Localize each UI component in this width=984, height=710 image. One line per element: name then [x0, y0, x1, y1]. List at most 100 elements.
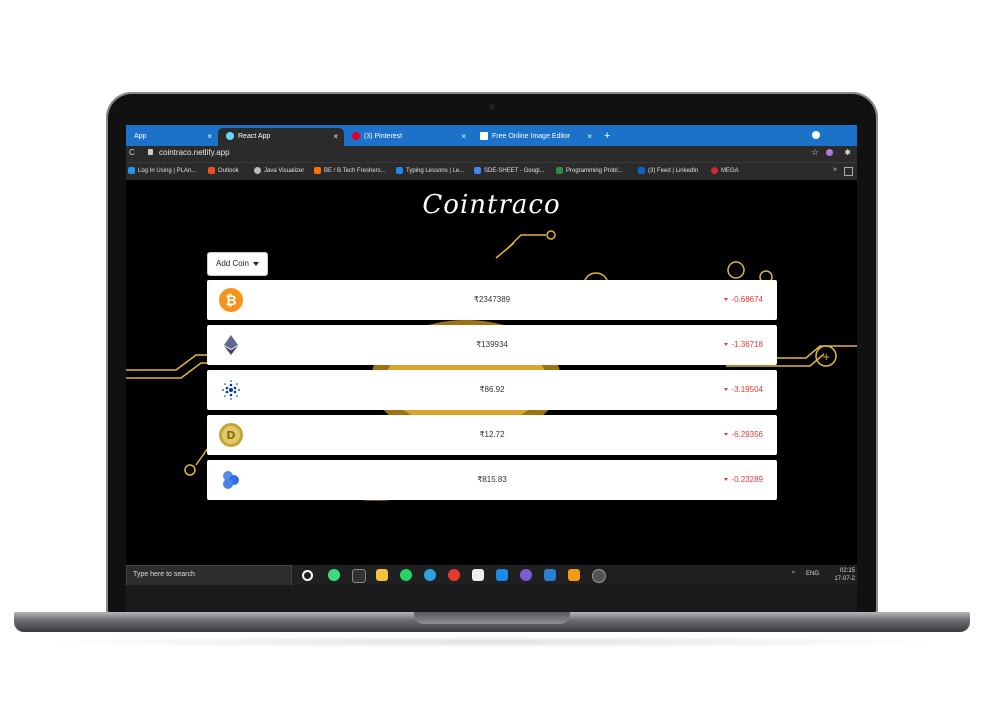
- telegram-icon[interactable]: [424, 569, 436, 581]
- profile-icon[interactable]: [812, 131, 820, 139]
- arrow-down-icon: [724, 478, 729, 482]
- coin-row[interactable]: ₹139934 -1.36718: [207, 325, 777, 365]
- bookmark-label: Programming Probl...: [566, 168, 623, 175]
- coin-change-value: -6.29356: [731, 430, 763, 439]
- coin-change: -1.36718: [724, 325, 763, 365]
- language-indicator[interactable]: ENG: [806, 571, 819, 577]
- bookmark-icon: [128, 167, 135, 174]
- clock-date: 17-07-2: [834, 576, 855, 582]
- reload-icon[interactable]: C: [129, 148, 135, 157]
- coin-row[interactable]: ₹815.83 -0.23289: [207, 460, 777, 500]
- whatsapp-icon[interactable]: [400, 569, 412, 581]
- tab-react-app[interactable]: React App ×: [218, 128, 344, 146]
- browser-icon[interactable]: [592, 569, 606, 583]
- clock-time: 02:15: [839, 568, 855, 574]
- bookmark-label: Java Visualizer: [264, 168, 305, 175]
- system-clock[interactable]: 02:15 17-07-2: [834, 567, 855, 583]
- svg-text:+: +: [822, 352, 830, 363]
- coin-row[interactable]: ₹86.92 -3.19504: [207, 370, 777, 410]
- bookmark-icon: [254, 167, 261, 174]
- coin-row[interactable]: ₿ ₹2347389 -0.68674: [207, 280, 777, 320]
- arrow-down-icon: [724, 433, 729, 437]
- coin-price: ₹86.92: [479, 385, 505, 394]
- bookmark-label: Typing Lessons | Le...: [406, 168, 465, 175]
- bookmark-item[interactable]: Java Visualizer: [254, 167, 304, 174]
- tab-label: React App: [238, 133, 271, 140]
- bookmark-icon: [638, 167, 645, 174]
- bookmark-item[interactable]: (3) Feed | LinkedIn: [638, 167, 698, 174]
- bookmark-item[interactable]: Log In Using | PLAn...: [128, 167, 196, 174]
- screen: App × React App × (3) Pinterest × Free O…: [126, 125, 857, 598]
- bookmark-label: (3) Feed | LinkedIn: [648, 168, 699, 175]
- extension-icon[interactable]: [826, 149, 833, 156]
- coin-change: -0.23289: [724, 460, 763, 500]
- bookmark-label: Log In Using | PLAn...: [138, 168, 197, 175]
- tab-pinterest[interactable]: (3) Pinterest ×: [344, 128, 472, 146]
- url-field[interactable]: cointraco.netlify.app: [159, 148, 230, 157]
- new-tab-button[interactable]: +: [604, 128, 610, 144]
- add-coin-button[interactable]: Add Coin: [207, 252, 268, 276]
- editor-icon: [480, 132, 488, 141]
- coin-change: -3.19504: [724, 370, 763, 410]
- notion-icon[interactable]: [352, 569, 366, 583]
- vscode-icon[interactable]: [496, 569, 508, 581]
- page-content: + Cointraco Add Coin ₿ ₹2347389 -0.68674…: [126, 180, 857, 565]
- app-icon[interactable]: [520, 569, 532, 581]
- puzzle-icon[interactable]: ✱: [844, 148, 851, 157]
- tab-label: Free Online Image Editor: [492, 133, 571, 140]
- reading-list-icon[interactable]: [844, 167, 853, 176]
- coin-price: ₹2347389: [473, 295, 511, 304]
- bookmark-item[interactable]: Programming Probl...: [556, 167, 623, 174]
- arrow-down-icon: [724, 298, 729, 302]
- bookmark-item[interactable]: Outlook: [208, 167, 239, 174]
- tab-strip: App × React App × (3) Pinterest × Free O…: [126, 125, 857, 146]
- cortana-icon[interactable]: [302, 570, 313, 581]
- taskbar-search[interactable]: Type here to search: [126, 565, 292, 586]
- coin-price: ₹139934: [476, 340, 508, 349]
- add-coin-label: Add Coin: [216, 259, 249, 268]
- bookmarks-bar: Log In Using | PLAn... Outlook Java Visu…: [126, 162, 857, 181]
- tab-app[interactable]: App ×: [126, 128, 218, 146]
- tab-image-editor[interactable]: Free Online Image Editor ×: [472, 128, 598, 146]
- bookmark-icon: [556, 167, 563, 174]
- clapper-icon[interactable]: [472, 569, 484, 581]
- vlc-icon[interactable]: [568, 569, 580, 581]
- star-icon[interactable]: ☆: [811, 147, 819, 158]
- app-logo: Cointraco: [422, 190, 561, 220]
- chrome-icon[interactable]: [448, 569, 460, 581]
- lock-icon: [148, 149, 153, 155]
- bookmarks-more-button[interactable]: »: [833, 166, 837, 173]
- bookmark-label: SDE-SHEET - Googl...: [484, 168, 545, 175]
- pinterest-icon: [352, 132, 360, 141]
- bookmark-item[interactable]: BE / B.Tech Freshers...: [314, 167, 386, 174]
- bookmark-item[interactable]: SDE-SHEET - Googl...: [474, 167, 545, 174]
- gitkraken-icon[interactable]: [328, 569, 340, 581]
- coin-row[interactable]: D ₹12.72 -6.29356: [207, 415, 777, 455]
- bookmark-item[interactable]: MEGA: [711, 167, 739, 174]
- coin-change-value: -0.68674: [731, 295, 763, 304]
- coin-change-value: -3.19504: [731, 385, 763, 394]
- coin-change: -0.68674: [724, 280, 763, 320]
- laptop-shadow: [30, 636, 954, 648]
- tab-label: App: [134, 133, 147, 140]
- close-icon[interactable]: ×: [587, 128, 592, 146]
- caret-down-icon: [252, 261, 259, 266]
- close-icon[interactable]: ×: [333, 128, 338, 146]
- bookmark-icon: [208, 167, 215, 174]
- tab-label: (3) Pinterest: [364, 133, 403, 140]
- laptop-notch: [414, 612, 570, 624]
- windows-taskbar: Type here to search ^ ENG 02:15 17-07-2: [126, 565, 857, 586]
- coin-price: ₹12.72: [479, 430, 505, 439]
- bookmark-item[interactable]: Typing Lessons | Le...: [396, 167, 464, 174]
- mail-icon[interactable]: [544, 569, 556, 581]
- file-explorer-icon[interactable]: [376, 569, 388, 581]
- address-bar: C cointraco.netlify.app ☆ ✱: [126, 146, 857, 162]
- bookmark-label: BE / B.Tech Freshers...: [324, 168, 386, 175]
- screen-bottom-bezel: [126, 585, 857, 613]
- close-icon[interactable]: ×: [461, 128, 466, 146]
- arrow-down-icon: [724, 343, 729, 347]
- bookmark-icon: [711, 167, 718, 174]
- coin-change-value: -0.23289: [731, 475, 763, 484]
- close-icon[interactable]: ×: [207, 128, 212, 146]
- tray-chevron-icon[interactable]: ^: [792, 571, 795, 577]
